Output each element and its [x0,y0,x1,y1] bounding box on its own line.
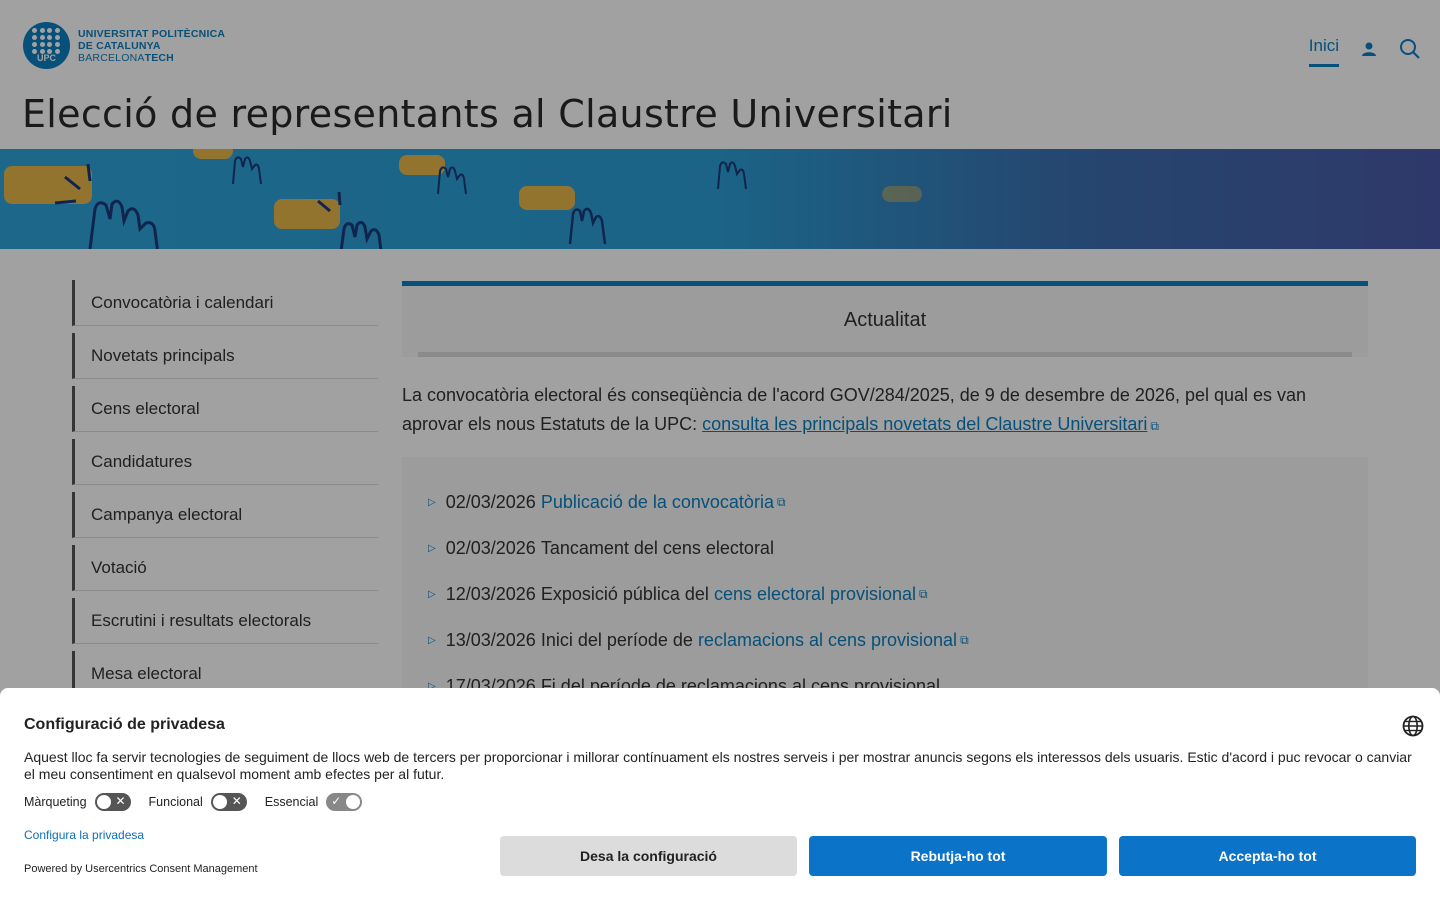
accept-all-button[interactable]: Accepta-ho tot [1119,836,1416,876]
powered-by-text: Powered by Usercentrics Consent Manageme… [24,863,258,875]
globe-icon[interactable] [1402,715,1424,737]
essential-toggle: ✓ [326,793,363,811]
privacy-consent-banner: Configuració de privadesa Aquest lloc fa… [0,688,1440,900]
toggle-label-functional: Funcional [148,795,203,809]
consent-toggles: Màrqueting ✕ Funcional ✕ Essencial ✓ [24,793,380,811]
deny-all-button[interactable]: Rebutja-ho tot [809,836,1107,876]
configure-privacy-link[interactable]: Configura la privadesa [24,828,144,842]
consent-title: Configuració de privadesa [24,716,225,733]
functional-toggle[interactable]: ✕ [210,793,247,811]
toggle-label-marketing: Màrqueting [24,795,87,809]
save-settings-button[interactable]: Desa la configuració [500,836,797,876]
toggle-label-essential: Essencial [264,795,319,809]
marketing-toggle[interactable]: ✕ [94,793,131,811]
consent-text: Aquest lloc fa servir tecnologies de seg… [24,749,1412,782]
